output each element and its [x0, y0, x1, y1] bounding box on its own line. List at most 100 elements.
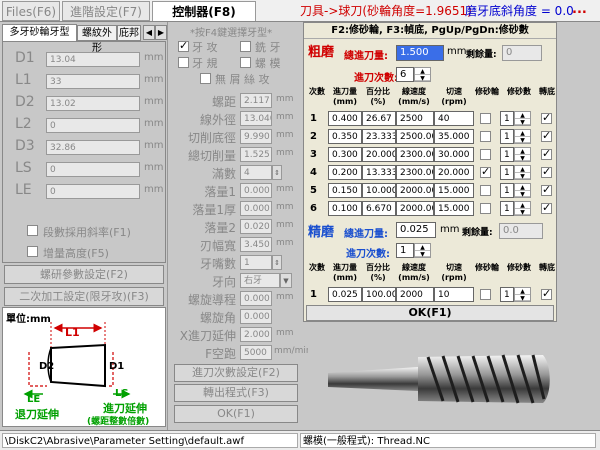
tab-thread-shape[interactable]: 螺紋外形 — [77, 25, 117, 54]
rough-dress-count-input[interactable]: 1 — [500, 147, 514, 162]
tab-advanced[interactable]: 進階設定(F7) — [62, 1, 150, 21]
rough-feed-input[interactable]: 0.100 — [328, 201, 362, 216]
tap-checkbox[interactable] — [178, 39, 189, 52]
second-process-button[interactable]: 二次加工設定(限牙攻)(F3) — [4, 287, 164, 306]
rough-base-checkbox[interactable] — [541, 165, 552, 178]
rough-base-checkbox[interactable] — [541, 111, 552, 124]
rough-dress-count-input[interactable]: 1 — [500, 201, 514, 216]
param-field[interactable]: 0.000 — [240, 309, 272, 324]
feed-count-button[interactable]: 進刀次數設定(F2) — [174, 364, 298, 382]
rough-pct-input[interactable]: 26.67 — [362, 111, 396, 126]
thread-dir-select[interactable]: 右牙 — [240, 273, 280, 288]
l1-field[interactable]: 33 — [46, 74, 140, 89]
fine-dress-count-input[interactable]: 1 — [500, 287, 514, 302]
param-field[interactable]: 0.000 — [240, 183, 272, 198]
param-field[interactable]: 0.020 — [240, 219, 272, 234]
rough-cut-input[interactable]: 40 — [434, 111, 474, 126]
fine-total-input[interactable]: 0.025 — [396, 222, 436, 238]
rough-pct-input[interactable]: 10.000 — [362, 183, 396, 198]
fine-pct-input[interactable]: 100.00 — [362, 287, 396, 302]
rough-dress-count-spinner[interactable]: ▲ ▼ — [514, 111, 531, 126]
rough-dress-checkbox[interactable] — [480, 203, 491, 214]
tab-multi-wheel[interactable]: 多牙砂輪牙型 — [2, 24, 77, 41]
rough-dress-count-input[interactable]: 1 — [500, 183, 514, 198]
param-field[interactable]: 2.000 — [240, 327, 272, 342]
param-field[interactable]: 13.040 — [240, 111, 272, 126]
rough-cut-input[interactable]: 30.000 — [434, 147, 474, 162]
fine-cut-input[interactable]: 10 — [434, 287, 474, 302]
fine-dress-count-spinner[interactable]: ▲ ▼ — [514, 287, 531, 302]
height-checkbox[interactable] — [27, 246, 38, 257]
rough-dress-count-spinner[interactable]: ▲ ▼ — [514, 183, 531, 198]
rough-dress-checkbox[interactable] — [480, 113, 491, 124]
rough-feed-input[interactable]: 0.350 — [328, 129, 362, 144]
rough-speed-input[interactable]: 2000.00 — [396, 183, 434, 198]
transfer-button[interactable]: 轉出程式(F3) — [174, 384, 298, 402]
rough-dress-count-spinner[interactable]: ▲ ▼ — [514, 129, 531, 144]
rough-base-checkbox[interactable] — [541, 129, 552, 142]
rough-dress-count-input[interactable]: 1 — [500, 111, 514, 126]
no-chip-checkbox[interactable] — [200, 73, 211, 84]
param-settings-button[interactable]: 螺研參數設定(F2) — [4, 265, 164, 284]
param-field[interactable]: 9.990 — [240, 129, 272, 144]
rough-dress-count-spinner[interactable]: ▲ ▼ — [514, 147, 531, 162]
tab-controller[interactable]: 控制器(F8) — [152, 1, 256, 21]
rough-speed-input[interactable]: 2300.00 — [396, 165, 434, 180]
tab-files[interactable]: Files(F6) — [2, 1, 60, 21]
rough-count-input[interactable]: 6 — [396, 67, 414, 82]
tab-extra[interactable]: 庇邦 — [117, 25, 141, 41]
rough-feed-input[interactable]: 0.150 — [328, 183, 362, 198]
rough-cut-input[interactable]: 35.000 — [434, 129, 474, 144]
spinner-icon[interactable]: ⇕ — [272, 255, 282, 270]
slope-checkbox[interactable] — [27, 225, 38, 236]
rough-dress-count-input[interactable]: 1 — [500, 165, 514, 180]
param-field[interactable]: 0.000 — [240, 201, 272, 216]
rough-speed-input[interactable]: 2300.00 — [396, 147, 434, 162]
rough-dress-checkbox[interactable] — [480, 165, 491, 178]
rough-pct-input[interactable]: 20.000 — [362, 147, 396, 162]
param-field[interactable]: 2.117 — [240, 93, 272, 108]
dialog-ok-button[interactable]: OK(F1) — [306, 305, 554, 321]
param-field[interactable]: 0.000 — [240, 291, 272, 306]
rough-total-input[interactable]: 1.500 — [396, 45, 444, 61]
fine-base-checkbox[interactable] — [541, 287, 552, 300]
d1-field[interactable]: 13.04 — [46, 52, 140, 67]
rough-speed-input[interactable]: 2000.00 — [396, 201, 434, 216]
gauge-checkbox[interactable] — [178, 57, 189, 68]
tab-next-arrow[interactable]: ▶ — [155, 25, 167, 40]
rough-speed-input[interactable]: 2500 — [396, 111, 434, 126]
le-field[interactable]: 0 — [46, 184, 140, 199]
more-button[interactable]: ... — [572, 1, 587, 19]
param-field[interactable]: 4 — [240, 165, 272, 180]
rough-dress-checkbox[interactable] — [480, 185, 491, 196]
rough-dress-checkbox[interactable] — [480, 131, 491, 142]
fine-count-input[interactable]: 1 — [396, 243, 414, 258]
rough-dress-count-input[interactable]: 1 — [500, 129, 514, 144]
rough-base-checkbox[interactable] — [541, 183, 552, 196]
rough-pct-input[interactable]: 6.670 — [362, 201, 396, 216]
d2-field[interactable]: 13.02 — [46, 96, 140, 111]
rough-cut-input[interactable]: 15.000 — [434, 183, 474, 198]
rough-pct-input[interactable]: 23.333 — [362, 129, 396, 144]
rough-dress-count-spinner[interactable]: ▲ ▼ — [514, 165, 531, 180]
fine-feed-input[interactable]: 0.025 — [328, 287, 362, 302]
rough-cut-input[interactable]: 20.000 — [434, 165, 474, 180]
spinner-icon[interactable]: ⇕ — [272, 165, 282, 180]
tab-prev-arrow[interactable]: ◀ — [143, 25, 155, 40]
fine-speed-input[interactable]: 2000 — [396, 287, 434, 302]
fine-count-spinner[interactable]: ▲ ▼ — [414, 243, 431, 258]
die-checkbox[interactable] — [240, 57, 251, 68]
rough-base-checkbox[interactable] — [541, 147, 552, 160]
rough-cut-input[interactable]: 15.000 — [434, 201, 474, 216]
mid-ok-button[interactable]: OK(F1) — [174, 405, 298, 423]
rough-dress-count-spinner[interactable]: ▲ ▼ — [514, 201, 531, 216]
d3-field[interactable]: 32.86 — [46, 140, 140, 155]
rough-count-spinner[interactable]: ▲ ▼ — [414, 67, 431, 82]
rough-speed-input[interactable]: 2500.00 — [396, 129, 434, 144]
rough-feed-input[interactable]: 0.300 — [328, 147, 362, 162]
rough-dress-checkbox[interactable] — [480, 149, 491, 160]
mill-checkbox[interactable] — [240, 41, 251, 52]
rough-pct-input[interactable]: 13.333 — [362, 165, 396, 180]
rough-feed-input[interactable]: 0.400 — [328, 111, 362, 126]
param-field[interactable]: 1 — [240, 255, 272, 270]
